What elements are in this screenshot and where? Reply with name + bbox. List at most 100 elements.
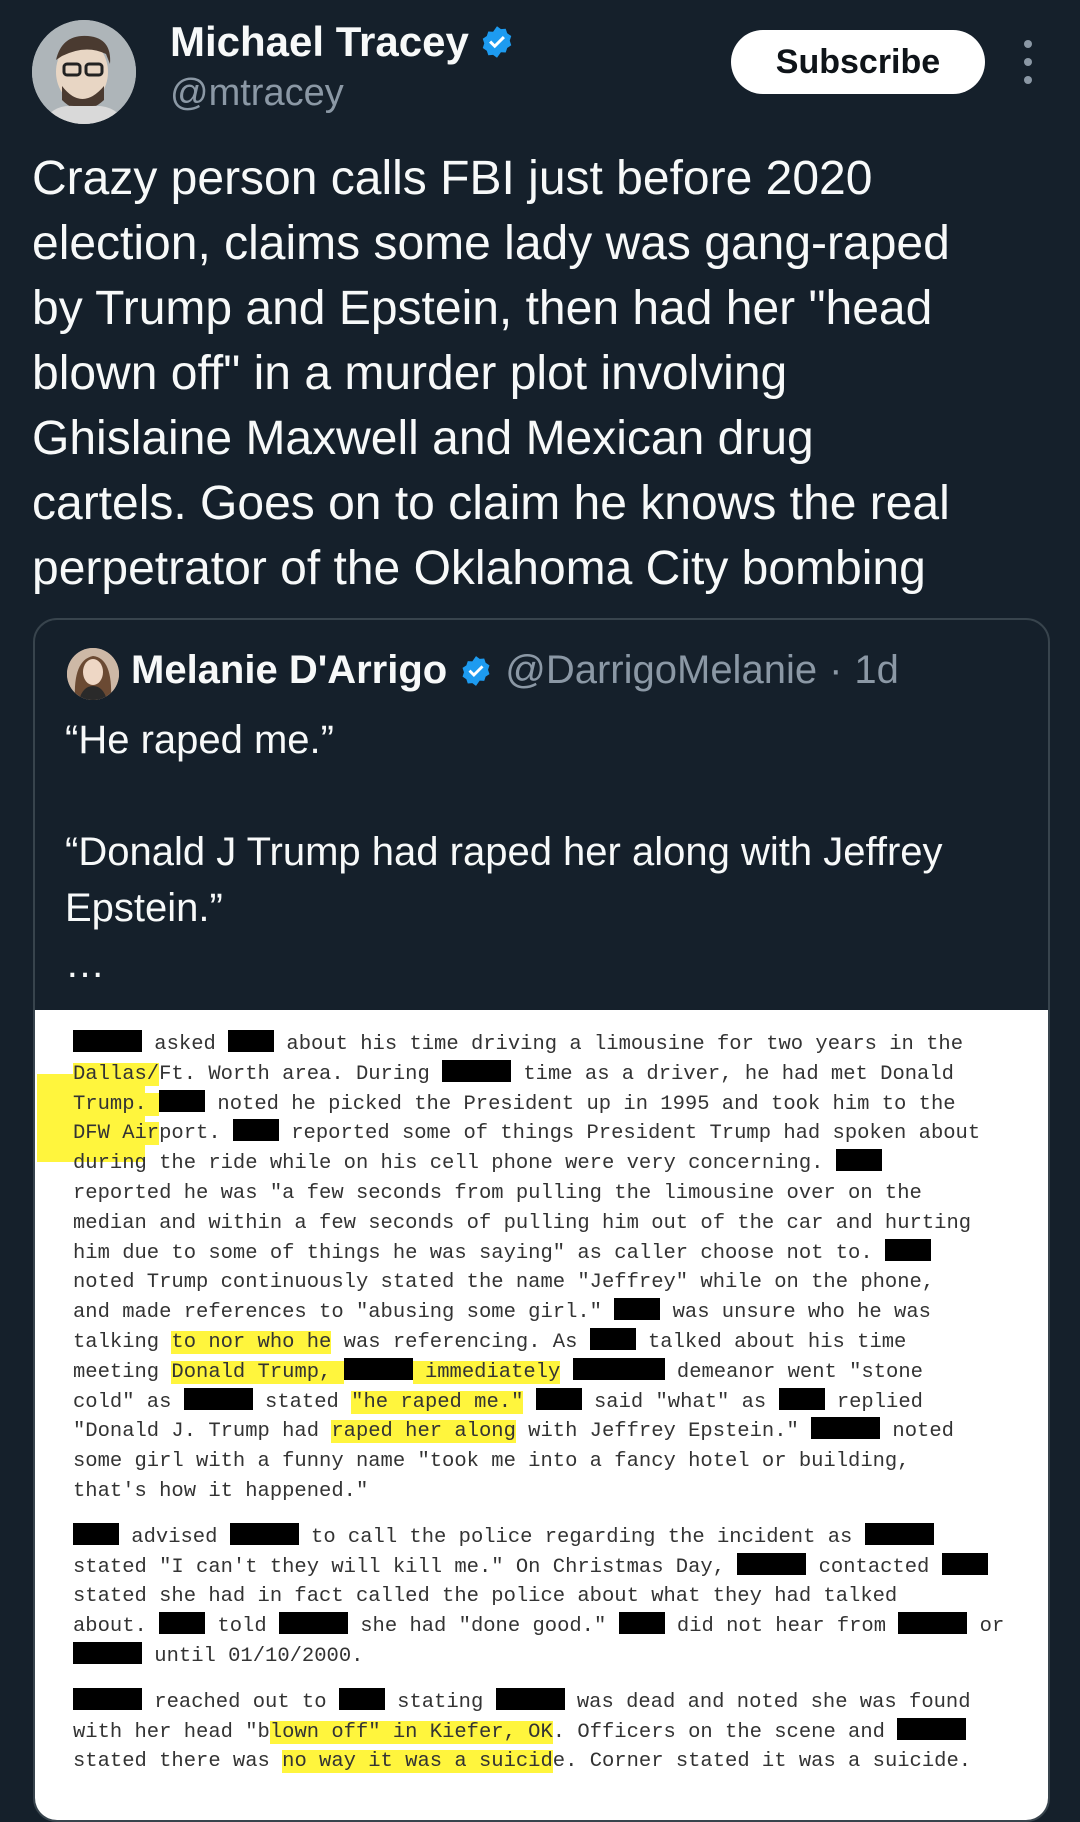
document-line: cold" as stated "he raped me." said "wha… — [73, 1387, 923, 1418]
quoted-author-handle[interactable]: @DarrigoMelanie — [505, 648, 817, 693]
document-text: and made references to "abusing some gir… — [73, 1301, 615, 1325]
redaction-bar — [442, 1059, 512, 1082]
redaction-bar — [884, 1238, 931, 1261]
document-line: "Donald J. Trump had raped her along wit… — [73, 1417, 954, 1447]
document-line: asked about his time driving a limousine… — [73, 1030, 963, 1060]
author-name[interactable]: Michael Tracey — [170, 18, 469, 66]
highlighted-text: Donald Trump, — [171, 1360, 344, 1384]
highlighted-text: lown off" in Kiefer, OK — [269, 1720, 553, 1744]
document-text: talked about his time — [635, 1331, 907, 1354]
separator-dot: · — [829, 648, 843, 692]
document-line: stated she had in fact called the police… — [73, 1582, 897, 1612]
redaction-bar — [589, 1328, 636, 1350]
document-line: advised to call the police regarding the… — [73, 1522, 934, 1553]
document-line: until 01/10/2000. — [73, 1642, 363, 1672]
highlighted-text: DFW Air — [73, 1122, 160, 1146]
document-line: with her head "blown off" in Kiefer, OK.… — [73, 1717, 967, 1748]
document-text: during the ride while on his cell phone … — [73, 1152, 836, 1176]
highlighted-text: Trump. — [73, 1092, 160, 1116]
redaction-bar — [495, 1687, 565, 1710]
document-text: "Donald J. Trump had — [73, 1420, 332, 1444]
document-text: until 01/10/2000. — [142, 1645, 364, 1668]
redaction-bar — [343, 1357, 413, 1380]
quoted-tweet-text: “He raped me.” “Donald J Trump had raped… — [65, 718, 943, 986]
document-text: contacted — [806, 1555, 942, 1579]
highlighted-text: "he raped me." — [351, 1390, 524, 1414]
redaction-bar — [898, 1612, 968, 1635]
document-text: some girl with a funny name "took me int… — [73, 1450, 910, 1474]
document-text: did not hear from — [664, 1615, 899, 1639]
redaction-bar — [618, 1612, 665, 1635]
document-text: noted Trump continuously stated the name… — [73, 1271, 935, 1295]
quoted-author-name[interactable]: Melanie D'Arrigo — [131, 648, 447, 693]
document-text: about. — [73, 1615, 160, 1639]
document-text: was referencing. As — [331, 1331, 590, 1354]
document-text: with her head "b — [73, 1720, 270, 1744]
redaction-bar — [864, 1522, 934, 1545]
document-text: time as a driver, he had met Donald — [511, 1062, 954, 1086]
document-line: about. told she had "done good." did not… — [73, 1612, 1004, 1642]
more-options-icon[interactable] — [1016, 40, 1040, 84]
redaction-bar — [73, 1687, 142, 1710]
document-text: median and within a few seconds of pulli… — [73, 1211, 972, 1235]
document-text: to call the police regarding the inciden… — [298, 1525, 865, 1549]
document-text: Ft. Worth area. During — [159, 1062, 443, 1086]
document-line: during the ride while on his cell phone … — [73, 1149, 882, 1179]
document-text: him due to some of things he was saying"… — [73, 1241, 885, 1265]
redaction-bar — [897, 1717, 967, 1740]
document-text: told — [205, 1615, 279, 1639]
redaction-bar — [159, 1612, 206, 1635]
document-line: DFW Airport. reported some of things Pre… — [73, 1119, 980, 1149]
document-text: that's how it happened." — [73, 1480, 369, 1503]
document-text: asked — [142, 1033, 229, 1056]
cartoon-avatar-icon — [32, 20, 136, 124]
document-line: stated "I can't they will kill me." On C… — [73, 1552, 988, 1583]
document-text: meeting — [73, 1360, 172, 1384]
document-line: some girl with a funny name "took me int… — [73, 1447, 910, 1477]
tweet-text: Crazy person calls FBI just before 2020 … — [32, 152, 950, 595]
redaction-bar — [278, 1612, 348, 1635]
author-name-row[interactable]: Michael Tracey — [170, 18, 515, 66]
document-text — [560, 1361, 572, 1384]
redaction-bar — [535, 1387, 582, 1410]
document-text: cold" as — [73, 1390, 184, 1414]
document-line: and made references to "abusing some gir… — [73, 1298, 931, 1328]
verified-badge-icon — [462, 655, 490, 686]
author-avatar[interactable] — [32, 20, 136, 124]
document-text: replied — [824, 1390, 923, 1414]
document-text: said "what" as — [581, 1390, 779, 1414]
redaction-bar — [73, 1030, 142, 1052]
verified-badge-icon — [482, 26, 512, 58]
document-text — [523, 1391, 535, 1414]
quoted-timestamp[interactable]: 1d — [854, 648, 899, 693]
document-line: Dallas/Ft. Worth area. During time as a … — [73, 1059, 954, 1090]
quoted-tweet-card[interactable]: Melanie D'Arrigo @DarrigoMelanie · 1d “H… — [33, 618, 1050, 1822]
document-text: stated — [252, 1390, 352, 1414]
subscribe-button[interactable]: Subscribe — [731, 30, 985, 94]
document-line: reached out to stating was dead and note… — [73, 1687, 971, 1718]
quoted-author-avatar[interactable] — [67, 648, 119, 700]
redaction-bar — [572, 1357, 665, 1380]
document-text: reported he was "a few seconds from pull… — [73, 1182, 922, 1205]
redaction-bar — [229, 1522, 299, 1545]
redaction-bar — [73, 1642, 142, 1664]
author-handle[interactable]: @mtracey — [170, 72, 344, 115]
document-text: stated she had in fact called the police… — [73, 1585, 898, 1609]
document-text: about his time driving a limousine for t… — [274, 1033, 964, 1056]
highlighted-text: to nor who he — [171, 1331, 332, 1354]
document-text: port. — [159, 1122, 233, 1146]
document-image[interactable]: asked about his time driving a limousine… — [35, 1010, 1048, 1820]
document-line: noted Trump continuously stated the name… — [73, 1268, 934, 1298]
document-text: was dead and noted she was found — [564, 1690, 971, 1714]
document-text: advised — [119, 1525, 230, 1549]
quoted-header: Melanie D'Arrigo @DarrigoMelanie · 1d — [131, 648, 899, 693]
highlighted-text: Dallas/ — [73, 1062, 160, 1086]
document-text: or — [967, 1615, 1005, 1639]
document-line: reported he was "a few seconds from pull… — [73, 1179, 922, 1209]
document-line: meeting Donald Trump, immediately demean… — [73, 1357, 923, 1388]
document-text: reached out to — [142, 1690, 339, 1714]
document-text: talking — [73, 1331, 172, 1354]
document-line: that's how it happened." — [73, 1477, 368, 1507]
document-text: stating — [384, 1690, 496, 1714]
document-text: stated there was — [73, 1750, 283, 1774]
